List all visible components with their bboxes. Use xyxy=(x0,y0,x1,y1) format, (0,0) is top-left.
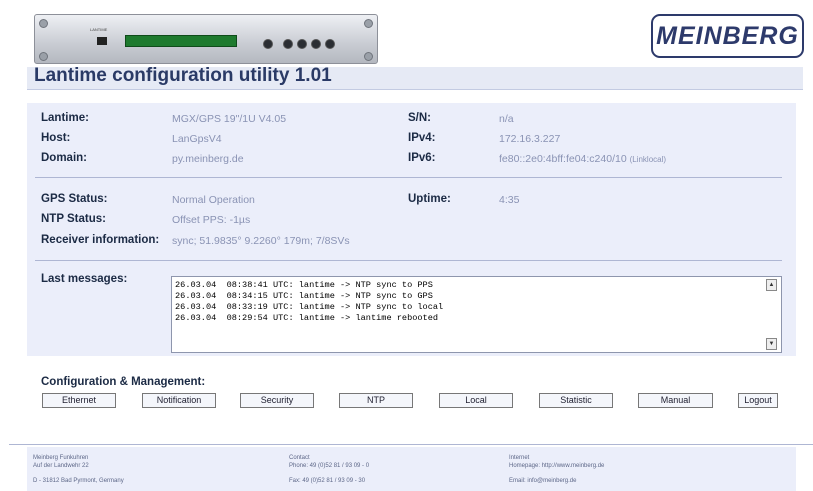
footer-phone: Phone: 49 (0)52 81 / 93 09 - 0 xyxy=(289,463,370,469)
ipv6-scope: (Linklocal) xyxy=(629,155,667,164)
meinberg-logo: MEINBERG xyxy=(651,14,804,58)
config-title: Configuration & Management: xyxy=(41,376,206,388)
lantime-label: Lantime: xyxy=(41,112,89,124)
device-button-icon xyxy=(263,39,273,49)
footer-divider xyxy=(9,444,813,445)
scroll-up-icon[interactable]: ▲ xyxy=(766,279,777,291)
footer-homepage-link[interactable]: Homepage: http://www.meinberg.de xyxy=(509,463,604,469)
footer-company: Meinberg Funkuhren xyxy=(33,455,89,461)
message-line: 26.03.04 08:29:54 UTC: lantime -> lantim… xyxy=(175,313,439,323)
message-line: 26.03.04 08:34:15 UTC: lantime -> NTP sy… xyxy=(175,291,433,301)
device-front-image: LANTIME xyxy=(34,14,378,64)
page-title: Lantime configuration utility 1.01 xyxy=(34,65,332,86)
message-line: 26.03.04 08:38:41 UTC: lantime -> NTP sy… xyxy=(175,280,433,290)
device-display xyxy=(125,35,237,47)
host-label: Host: xyxy=(41,132,71,144)
notification-button[interactable]: Notification xyxy=(142,393,216,408)
ipv4-value: 172.16.3.227 xyxy=(499,133,561,145)
footer xyxy=(27,447,796,491)
device-button-icon xyxy=(325,39,335,49)
ipv6-value: fe80::2e0:4bff:fe04:c240/10 xyxy=(499,153,627,165)
device-button-icon xyxy=(311,39,321,49)
host-value: LanGpsV4 xyxy=(172,133,222,145)
domain-value: py.meinberg.de xyxy=(172,153,244,165)
footer-internet-title: Internet xyxy=(509,455,530,461)
uptime-label: Uptime: xyxy=(408,193,451,205)
screw-icon xyxy=(39,52,48,61)
security-button[interactable]: Security xyxy=(240,393,314,408)
ntp-status-label: NTP Status: xyxy=(41,213,106,225)
scroll-down-icon[interactable]: ▼ xyxy=(766,338,777,350)
last-messages-label: Last messages: xyxy=(41,273,128,285)
footer-city: D - 31812 Bad Pyrmont, Germany xyxy=(33,478,124,484)
sn-label: S/N: xyxy=(408,112,431,124)
logout-button[interactable]: Logout xyxy=(738,393,778,408)
sn-value: n/a xyxy=(499,113,514,125)
lantime-value: MGX/GPS 19"/1U V4.05 xyxy=(172,113,287,125)
screw-icon xyxy=(364,52,373,61)
statistic-button[interactable]: Statistic xyxy=(539,393,613,408)
footer-fax: Fax: 49 (0)52 81 / 93 09 - 30 xyxy=(289,478,366,484)
domain-label: Domain: xyxy=(41,152,87,164)
ethernet-button[interactable]: Ethernet xyxy=(42,393,116,408)
manual-button[interactable]: Manual xyxy=(638,393,713,408)
gps-status-value: Normal Operation xyxy=(172,194,255,206)
ntp-button[interactable]: NTP xyxy=(339,393,413,408)
receiver-info-value: sync; 51.9835° 9.2260° 179m; 7/8SVs xyxy=(172,235,350,247)
device-button-icon xyxy=(297,39,307,49)
footer-email-link[interactable]: Email: info@meinberg.de xyxy=(509,478,576,484)
uptime-value: 4:35 xyxy=(499,194,520,206)
local-button[interactable]: Local xyxy=(439,393,513,408)
screw-icon xyxy=(39,19,48,28)
messages-textarea[interactable]: 26.03.04 08:38:41 UTC: lantime -> NTP sy… xyxy=(171,276,782,353)
ipv6-value-line: fe80::2e0:4bff:fe04:c240/10 (Linklocal) xyxy=(499,153,666,165)
device-button-icon xyxy=(283,39,293,49)
receiver-info-label: Receiver information: xyxy=(41,234,160,246)
message-line: 26.03.04 08:33:19 UTC: lantime -> NTP sy… xyxy=(175,302,444,312)
divider xyxy=(35,260,782,261)
divider xyxy=(35,177,782,178)
ipv4-label: IPv4: xyxy=(408,132,436,144)
ipv6-label: IPv6: xyxy=(408,152,436,164)
footer-street: Auf der Landwehr 22 xyxy=(33,463,89,469)
screw-icon xyxy=(364,19,373,28)
ntp-status-value: Offset PPS: -1µs xyxy=(172,214,251,226)
device-label: LANTIME xyxy=(90,27,108,32)
gps-status-label: GPS Status: xyxy=(41,193,108,205)
device-slot xyxy=(97,37,107,45)
footer-contact-title: Contact xyxy=(289,455,310,461)
